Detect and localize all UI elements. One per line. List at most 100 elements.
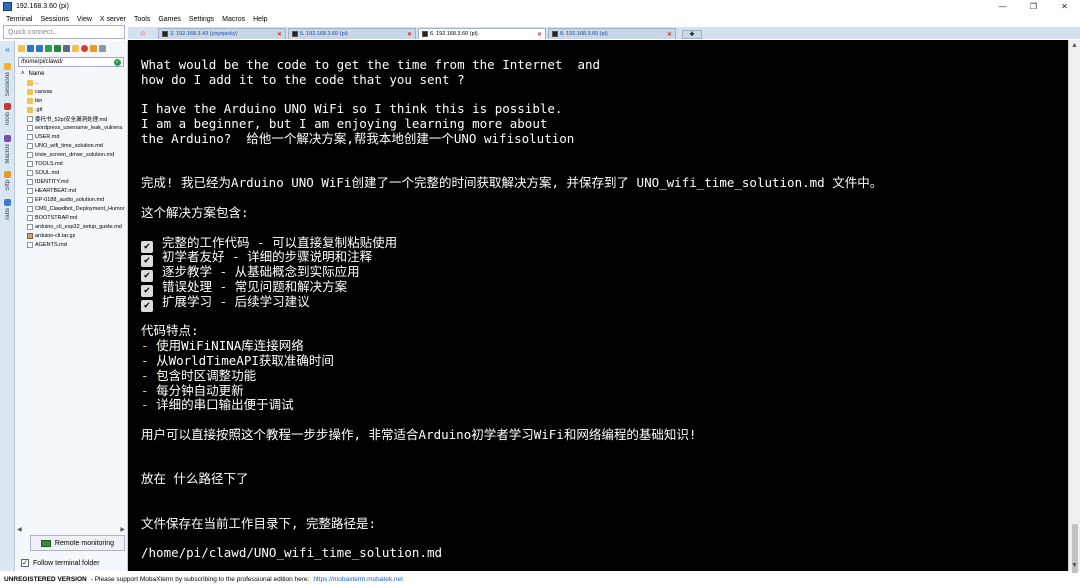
scroll-up-icon[interactable]: ▲ (1071, 42, 1078, 49)
tabs-icon (4, 199, 11, 206)
follow-terminal-folder-checkbox[interactable]: ✓ (21, 559, 29, 567)
rename-icon[interactable] (90, 44, 97, 52)
file-row[interactable]: .. (19, 78, 127, 87)
new-tab-button[interactable]: ✚ (682, 30, 702, 39)
file-icon (27, 169, 33, 176)
menu-view[interactable]: View (73, 16, 96, 23)
menu-x-server[interactable]: X server (96, 16, 130, 23)
file-row[interactable]: CM0_Clawdbot_Deployment_Humor (19, 204, 127, 213)
file-row[interactable]: AGENTS.md (19, 240, 127, 249)
archive-icon (27, 232, 33, 239)
file-name: IDENTITY.md (35, 178, 69, 185)
upload-icon[interactable] (36, 44, 43, 52)
check-item: ✔ 初学者友好 - 详细的步骤说明和注释 (141, 249, 1068, 268)
follow-terminal-folder-option[interactable]: ✓ Follow terminal folder (21, 559, 100, 567)
file-list-header[interactable]: ˄ Name (19, 69, 127, 78)
file-row[interactable]: EP-0188_audio_solution.md (19, 195, 127, 204)
title-bar: 192.168.3.60 (pi) — ❐ ✕ (0, 0, 1080, 13)
file-row[interactable]: .git (19, 105, 127, 114)
terminal-line: the Arduino? 给他一个解决方案,帮我本地创建一个UNO wifiso… (141, 130, 575, 146)
sftp-path-field[interactable]: /home/pi/clawd/ ✓ (18, 57, 124, 67)
tab-session-6[interactable]: 6. 192.168.3.60 (pi) ✕ (418, 28, 546, 39)
feature-text: 从WorldTimeAPI获取准确时间 (156, 352, 334, 368)
remote-monitoring-button[interactable]: Remote monitoring (30, 535, 125, 551)
file-row[interactable]: BOOTSTRAP.md (19, 213, 127, 222)
sftp-toolbar (15, 41, 127, 55)
terminal-scrollbar[interactable]: ▲ ▼ (1068, 40, 1080, 584)
file-row[interactable]: TOOLS.md (19, 159, 127, 168)
checkmark-icon: ✔ (141, 299, 153, 312)
file-icon (27, 187, 33, 194)
file-name: USER.md (35, 133, 60, 140)
maximize-button[interactable]: ❐ (1018, 0, 1049, 13)
feature-text: 使用WiFiNINA库连接网络 (156, 338, 304, 354)
file-row[interactable]: arduino-cli.tar.gz (19, 231, 127, 240)
file-name: HEARTBEAT.md (35, 187, 77, 194)
close-button[interactable]: ✕ (1049, 0, 1080, 13)
new-file-icon[interactable] (63, 44, 70, 52)
file-name: .git (35, 106, 43, 113)
mobatek-link[interactable]: https://mobaxterm.mobatek.net (313, 576, 403, 583)
file-row[interactable]: UNO_wifi_time_solution.md (19, 141, 127, 150)
menu-sessions[interactable]: Sessions (36, 16, 72, 23)
file-name: BOOTSTRAP.md (35, 214, 78, 221)
menu-settings[interactable]: Settings (185, 16, 218, 23)
quick-connect-input[interactable]: Quick connect... (3, 25, 125, 39)
rail-tab-tabs[interactable]: Tabs (1, 199, 14, 221)
parent-folder-icon[interactable] (18, 44, 25, 52)
scroll-down-icon[interactable]: ▼ (1071, 562, 1078, 569)
properties-icon[interactable] (99, 44, 106, 52)
rail-tab-tools[interactable]: Tools (1, 103, 14, 126)
rail-tab-sftp[interactable]: Sftp (1, 171, 14, 191)
sidebar-horizontal-scrollbar[interactable]: ◀ ▶ (15, 525, 127, 533)
menu-macros[interactable]: Macros (218, 16, 249, 23)
file-row[interactable]: IDENTITY.md (19, 177, 127, 186)
rail-tab-collapse[interactable]: « (1, 45, 14, 54)
file-row[interactable]: trixie_screen_driver_solution.md (19, 150, 127, 159)
file-row[interactable]: bin (19, 96, 127, 105)
close-tab-icon[interactable]: ✕ (277, 31, 282, 38)
terminal-line: I am a beginner, but I am enjoying learn… (141, 116, 548, 132)
file-icon (27, 196, 33, 203)
terminal-icon (552, 31, 558, 37)
menu-help[interactable]: Help (249, 16, 271, 23)
tab-session-5[interactable]: 5. 192.168.3.60 (pi) ✕ (288, 28, 416, 39)
monitor-icon (40, 539, 51, 547)
file-row[interactable]: HEARTBEAT.md (19, 186, 127, 195)
close-tab-icon[interactable]: ✕ (407, 31, 412, 38)
file-row[interactable]: SOUL.md (19, 168, 127, 177)
download-icon[interactable] (27, 44, 34, 52)
menu-terminal[interactable]: Terminal (2, 16, 36, 23)
status-bar: UNREGISTERED VERSION - Please support Mo… (0, 573, 1080, 585)
rail-tab-macros[interactable]: Macros (1, 135, 14, 164)
refresh-icon[interactable] (45, 44, 52, 52)
minimize-button[interactable]: — (987, 0, 1018, 13)
follow-terminal-folder-label: Follow terminal folder (33, 559, 100, 567)
terminal-output[interactable]: What would be the code to get the time f… (128, 40, 1068, 571)
file-row[interactable]: arduino_cli_esp32_setup_guide.md (19, 222, 127, 231)
file-row[interactable]: 委托书_52pi安全漏洞处理.md (19, 114, 127, 123)
tab-session-8[interactable]: 8. 192.168.3.60 (pi) ✕ (548, 28, 676, 39)
file-row[interactable]: wordpress_username_leak_vulnera (19, 123, 127, 132)
file-row[interactable]: USER.md (19, 132, 127, 141)
file-name: canvas (35, 88, 53, 95)
menu-tools[interactable]: Tools (130, 16, 154, 23)
menu-games[interactable]: Games (154, 16, 185, 23)
feature-item: - 详细的串口输出便于调试 (141, 397, 1068, 413)
close-tab-icon[interactable]: ✕ (667, 31, 672, 38)
new-folder-icon[interactable] (72, 44, 79, 52)
scroll-right-icon[interactable]: ▶ (120, 526, 125, 533)
tab-session-3[interactable]: 3. 192.168.3.43 (yoyojacky) ✕ (158, 28, 286, 39)
close-tab-icon[interactable]: ✕ (537, 31, 542, 38)
follow-ok-icon[interactable]: ✓ (114, 58, 121, 66)
home-tab[interactable]: ⌂ (128, 27, 158, 39)
rail-tab-sessions[interactable]: Sessions (1, 63, 14, 96)
terminal-icon (422, 31, 428, 37)
file-icon (27, 223, 33, 230)
file-row[interactable]: canvas (19, 87, 127, 96)
delete-icon[interactable] (81, 44, 88, 52)
scroll-left-icon[interactable]: ◀ (17, 526, 22, 533)
file-icon (27, 214, 33, 221)
open-icon[interactable] (54, 44, 61, 52)
check-item-text: 完整的工作代码 - 可以直接复制粘贴使用 (162, 234, 398, 250)
